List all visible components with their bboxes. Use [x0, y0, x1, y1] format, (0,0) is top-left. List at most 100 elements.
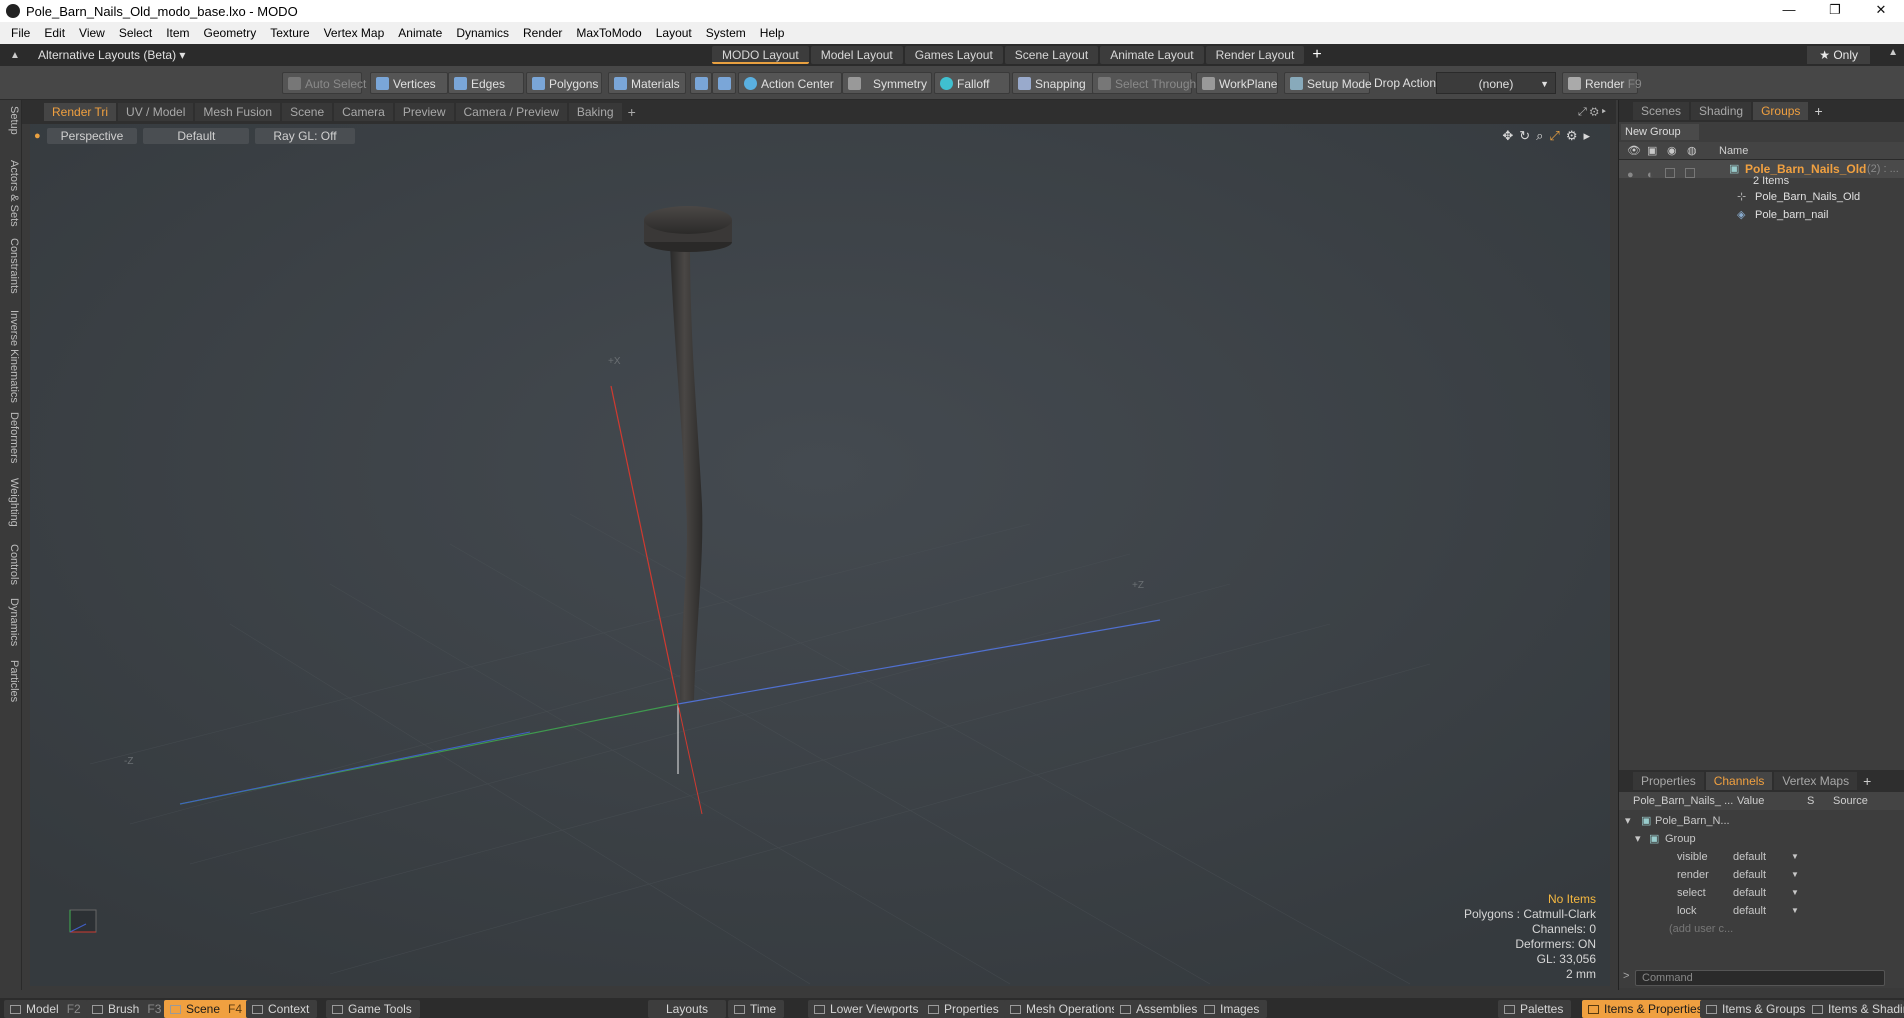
tab-channels[interactable]: Channels [1705, 772, 1773, 790]
tab-preview[interactable]: Preview [394, 103, 454, 121]
falloff-button[interactable]: Falloff [934, 72, 1010, 94]
row-select-checkbox[interactable] [1685, 168, 1695, 178]
menu-system[interactable]: System [699, 22, 753, 44]
table-row[interactable]: lock default ▼ [1619, 902, 1904, 920]
minimize-button[interactable]: — [1766, 0, 1812, 22]
vtab-controls[interactable]: Controls [2, 544, 20, 585]
bottom-palettes-button[interactable]: Palettes [1498, 1000, 1572, 1018]
snapping-button[interactable]: Snapping [1012, 72, 1098, 94]
channel-group-row[interactable]: ▾ ▣ Group [1619, 830, 1904, 848]
menu-view[interactable]: View [72, 22, 112, 44]
vtab-constraints[interactable]: Constraints [2, 238, 20, 294]
command-input[interactable]: Command [1635, 970, 1885, 986]
channel-value-dropdown[interactable]: default [1733, 866, 1766, 884]
table-row[interactable]: select default ▼ [1619, 884, 1904, 902]
bottom-model-button[interactable]: Model F2 [4, 1000, 89, 1018]
bottom-context-button[interactable]: Context [246, 1000, 318, 1018]
tab-games-layout[interactable]: Games Layout [904, 46, 1003, 64]
channel-item-row[interactable]: ▾ ▣ Pole_Barn_N... [1619, 812, 1904, 830]
action-center-button[interactable]: Action Center [738, 72, 842, 94]
viewport-settings-icon[interactable]: ⚙ [1566, 128, 1578, 144]
select-through-button[interactable]: Select Through [1092, 72, 1196, 94]
new-group-button[interactable]: New Group [1621, 124, 1699, 140]
bottom-properties-button[interactable]: Properties [922, 1000, 1007, 1018]
menu-maxtomodo[interactable]: MaxToModo [569, 22, 648, 44]
shading-dropdown[interactable]: Default [143, 128, 250, 144]
menu-select[interactable]: Select [112, 22, 159, 44]
menu-help[interactable]: Help [753, 22, 792, 44]
projection-dropdown[interactable]: Perspective [46, 128, 138, 144]
vertices-button[interactable]: Vertices [370, 72, 448, 94]
table-row[interactable]: visible default ▼ [1619, 848, 1904, 866]
vtab-deformers[interactable]: Deformers [2, 412, 20, 463]
bottom-brush-button[interactable]: Brush F3 [86, 1000, 170, 1018]
expand-arrow-icon[interactable]: ▾ [1635, 830, 1641, 848]
vtab-particles[interactable]: Particles [2, 660, 20, 702]
tab-scenes[interactable]: Scenes [1633, 102, 1690, 120]
vtab-setup[interactable]: Setup [2, 106, 20, 135]
row-eye-icon[interactable]: ● [1627, 166, 1634, 184]
channel-value-dropdown[interactable]: default [1733, 902, 1766, 920]
tab-render-layout[interactable]: Render Layout [1205, 46, 1305, 64]
tab-model-layout[interactable]: Model Layout [810, 46, 903, 64]
add-panel-tab-icon[interactable]: + [1814, 103, 1822, 119]
row-lock-checkbox[interactable] [1665, 168, 1675, 178]
viewport-expand-icon[interactable]: ⤢ ⚙ ▸ [1578, 106, 1606, 119]
vtab-dynamics[interactable]: Dynamics [2, 598, 20, 646]
menu-file[interactable]: File [4, 22, 37, 44]
bottom-scene-button[interactable]: Scene F4 [164, 1000, 251, 1018]
tab-render-tri[interactable]: Render Tri [44, 103, 117, 121]
polygons-button[interactable]: Polygons [526, 72, 602, 94]
alternative-layouts-dropdown[interactable]: Alternative Layouts (Beta) ▾ [24, 48, 185, 62]
menu-vertex-map[interactable]: Vertex Map [317, 22, 392, 44]
menu-edit[interactable]: Edit [37, 22, 72, 44]
drop-action-dropdown[interactable]: (none) ▼ [1436, 72, 1556, 94]
add-viewport-tab-icon[interactable]: + [628, 104, 636, 120]
list-item[interactable]: ⊹ Pole_Barn_Nails_Old [1619, 188, 1904, 206]
bottom-items-groups-button[interactable]: Items & Groups [1700, 1000, 1814, 1018]
tab-shading[interactable]: Shading [1691, 102, 1752, 120]
edges-button[interactable]: Edges [448, 72, 524, 94]
channel-value-dropdown[interactable]: default [1733, 884, 1766, 902]
render-column-icon[interactable]: ▣ [1647, 142, 1657, 160]
select-column-icon[interactable]: ◍ [1687, 142, 1697, 160]
tab-animate-layout[interactable]: Animate Layout [1100, 46, 1204, 64]
setup-mode-button[interactable]: Setup Mode [1284, 72, 1372, 94]
pan-icon[interactable]: ✥ [1502, 128, 1513, 144]
raygl-dropdown[interactable]: Ray GL: Off [255, 128, 355, 144]
menu-layout[interactable]: Layout [649, 22, 699, 44]
auto-select-button[interactable]: Auto Select [282, 72, 366, 94]
expand-arrow-icon[interactable]: ▾ [1625, 812, 1631, 830]
add-properties-tab-icon[interactable]: + [1863, 773, 1871, 789]
symmetry-button[interactable]: Symmetry [842, 72, 932, 94]
menu-animate[interactable]: Animate [391, 22, 449, 44]
bottom-time-button[interactable]: Time [728, 1000, 785, 1018]
tab-scene-layout[interactable]: Scene Layout [1004, 46, 1099, 64]
tab-modo-layout[interactable]: MODO Layout [712, 46, 809, 64]
add-layout-icon[interactable]: + [1312, 46, 1321, 64]
menu-geometry[interactable]: Geometry [197, 22, 264, 44]
bottom-items-properties-button[interactable]: Items & Properties [1582, 1000, 1711, 1018]
bottom-items-shading-button[interactable]: Items & Shading [1806, 1000, 1904, 1018]
menu-item[interactable]: Item [159, 22, 196, 44]
viewport-more-icon[interactable]: ▸ [1583, 128, 1590, 144]
tab-vertex-maps[interactable]: Vertex Maps [1774, 772, 1858, 790]
row-render-icon[interactable]: ◐ [1647, 166, 1654, 184]
viewport-menu-dot-icon[interactable]: ● [34, 128, 41, 144]
bottom-images-button[interactable]: Images [1198, 1000, 1268, 1018]
select-mode-icon-b[interactable] [712, 72, 736, 94]
vtab-weighting[interactable]: Weighting [2, 478, 20, 527]
tab-baking[interactable]: Baking [568, 103, 622, 121]
bottom-lower-viewports-button[interactable]: Lower Viewports [808, 1000, 927, 1018]
lock-column-icon[interactable]: ◉ [1667, 142, 1677, 160]
select-mode-icon-a[interactable] [690, 72, 712, 94]
restore-button[interactable]: ❐ [1812, 0, 1858, 22]
channel-value-dropdown[interactable]: default [1733, 848, 1766, 866]
tab-scene[interactable]: Scene [282, 103, 333, 121]
bottom-mesh-operations-button[interactable]: Mesh Operations [1004, 1000, 1126, 1018]
tab-camera-preview[interactable]: Camera / Preview [455, 103, 567, 121]
zoom-icon[interactable]: ⌕ [1536, 128, 1543, 144]
tab-mesh-fusion[interactable]: Mesh Fusion [195, 103, 281, 121]
tab-properties[interactable]: Properties [1633, 772, 1704, 790]
bottom-assemblies-button[interactable]: Assemblies [1114, 1000, 1206, 1018]
